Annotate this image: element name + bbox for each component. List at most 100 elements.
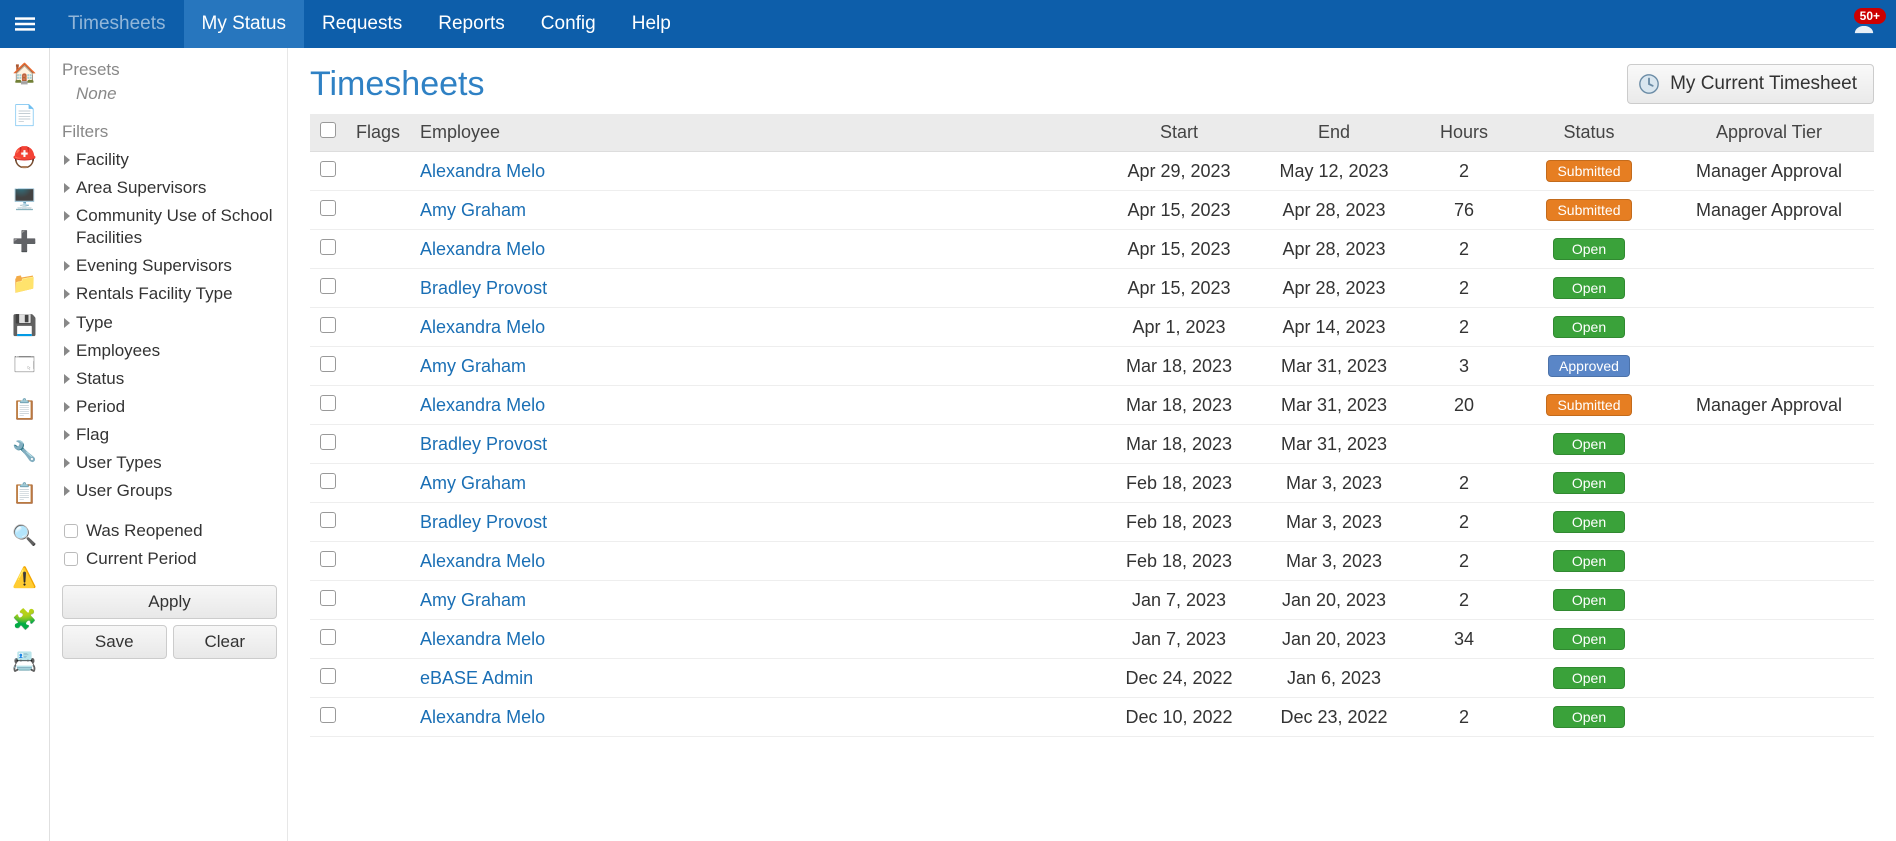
row-checkbox[interactable] — [320, 395, 336, 411]
nav-config[interactable]: Config — [523, 0, 614, 48]
col-flags[interactable]: Flags — [346, 114, 410, 152]
cell-status: Open — [1514, 698, 1664, 737]
pc-icon[interactable]: 🖥️ — [12, 186, 38, 212]
table-row[interactable]: Alexandra MeloJan 7, 2023Jan 20, 202334O… — [310, 620, 1874, 659]
table-row[interactable]: Amy GrahamMar 18, 2023Mar 31, 20233Appro… — [310, 347, 1874, 386]
puzzle-icon[interactable]: 🧩 — [12, 606, 38, 632]
filter-employees[interactable]: Employees — [62, 337, 277, 365]
home-icon[interactable]: 🏠 — [12, 60, 38, 86]
filter-status[interactable]: Status — [62, 365, 277, 393]
row-checkbox[interactable] — [320, 317, 336, 333]
filter-type[interactable]: Type — [62, 309, 277, 337]
employee-link[interactable]: Bradley Provost — [420, 512, 547, 532]
table-row[interactable]: Alexandra MeloApr 1, 2023Apr 14, 20232Op… — [310, 308, 1874, 347]
col-end[interactable]: End — [1254, 114, 1414, 152]
table-row[interactable]: Bradley ProvostFeb 18, 2023Mar 3, 20232O… — [310, 503, 1874, 542]
table-row[interactable]: Alexandra MeloMar 18, 2023Mar 31, 202320… — [310, 386, 1874, 425]
employee-link[interactable]: Alexandra Melo — [420, 551, 545, 571]
document-icon[interactable]: 📄 — [12, 102, 38, 128]
filter-evening-supervisors[interactable]: Evening Supervisors — [62, 252, 277, 280]
clipboard-warn-icon[interactable]: 📋 — [12, 396, 38, 422]
col-start[interactable]: Start — [1104, 114, 1254, 152]
col-hours[interactable]: Hours — [1414, 114, 1514, 152]
table-row[interactable]: Alexandra MeloApr 29, 2023May 12, 20232S… — [310, 152, 1874, 191]
windows-icon[interactable]: 🗔 — [12, 354, 38, 380]
employee-link[interactable]: Amy Graham — [420, 200, 526, 220]
table-row[interactable]: Bradley ProvostMar 18, 2023Mar 31, 2023O… — [310, 425, 1874, 464]
employee-link[interactable]: Amy Graham — [420, 356, 526, 376]
nav-help[interactable]: Help — [614, 0, 689, 48]
row-checkbox[interactable] — [320, 551, 336, 567]
menu-icon[interactable] — [0, 0, 50, 48]
nav-requests[interactable]: Requests — [304, 0, 420, 48]
clipboard-check-icon[interactable]: 📋 — [12, 480, 38, 506]
filter-current-period[interactable]: Current Period — [62, 545, 277, 573]
filter-period[interactable]: Period — [62, 393, 277, 421]
clipboard-search-icon[interactable]: 🔍 — [12, 522, 38, 548]
table-row[interactable]: Amy GrahamApr 15, 2023Apr 28, 202376Subm… — [310, 191, 1874, 230]
table-row[interactable]: Alexandra MeloDec 10, 2022Dec 23, 20222O… — [310, 698, 1874, 737]
employee-link[interactable]: Bradley Provost — [420, 278, 547, 298]
row-checkbox[interactable] — [320, 473, 336, 489]
filter-community-use-of-school-facilities[interactable]: Community Use of School Facilities — [62, 202, 277, 252]
row-checkbox[interactable] — [320, 278, 336, 294]
filter-user-types[interactable]: User Types — [62, 449, 277, 477]
filter-label: Period — [76, 396, 125, 418]
nav-timesheets[interactable]: Timesheets — [50, 0, 184, 48]
row-checkbox[interactable] — [320, 590, 336, 606]
employee-link[interactable]: Alexandra Melo — [420, 317, 545, 337]
col-tier[interactable]: Approval Tier — [1664, 114, 1874, 152]
employee-link[interactable]: Alexandra Melo — [420, 395, 545, 415]
employee-link[interactable]: Bradley Provost — [420, 434, 547, 454]
employee-link[interactable]: Alexandra Melo — [420, 239, 545, 259]
folder-icon[interactable]: 📁 — [12, 270, 38, 296]
apply-button[interactable]: Apply — [62, 585, 277, 619]
filter-rentals-facility-type[interactable]: Rentals Facility Type — [62, 280, 277, 308]
save-icon[interactable]: 💾 — [12, 312, 38, 338]
table-row[interactable]: Alexandra MeloApr 15, 2023Apr 28, 20232O… — [310, 230, 1874, 269]
row-checkbox[interactable] — [320, 707, 336, 723]
nav-my-status[interactable]: My Status — [184, 0, 304, 48]
cell-employee: Alexandra Melo — [410, 620, 1104, 659]
save-button[interactable]: Save — [62, 625, 167, 659]
alarm-icon[interactable]: ⚠️ — [12, 564, 38, 590]
employee-link[interactable]: eBASE Admin — [420, 668, 533, 688]
notifications[interactable]: 50+ — [1850, 0, 1896, 48]
table-row[interactable]: Amy GrahamJan 7, 2023Jan 20, 20232Open — [310, 581, 1874, 620]
address-icon[interactable]: 📇 — [12, 648, 38, 674]
row-checkbox[interactable] — [320, 629, 336, 645]
nav-reports[interactable]: Reports — [420, 0, 523, 48]
col-status[interactable]: Status — [1514, 114, 1664, 152]
employee-link[interactable]: Alexandra Melo — [420, 629, 545, 649]
filter-area-supervisors[interactable]: Area Supervisors — [62, 174, 277, 202]
row-checkbox[interactable] — [320, 161, 336, 177]
row-checkbox[interactable] — [320, 239, 336, 255]
employee-link[interactable]: Amy Graham — [420, 590, 526, 610]
row-checkbox[interactable] — [320, 200, 336, 216]
row-checkbox[interactable] — [320, 434, 336, 450]
select-all-checkbox[interactable] — [320, 122, 336, 138]
cell-status: Open — [1514, 542, 1664, 581]
table-row[interactable]: Amy GrahamFeb 18, 2023Mar 3, 20232Open — [310, 464, 1874, 503]
my-current-timesheet-button[interactable]: My Current Timesheet — [1627, 64, 1874, 104]
filter-flag[interactable]: Flag — [62, 421, 277, 449]
filter-was-reopened[interactable]: Was Reopened — [62, 517, 277, 545]
hardhat-icon[interactable]: ⛑️ — [12, 144, 38, 170]
employee-link[interactable]: Amy Graham — [420, 473, 526, 493]
row-checkbox[interactable] — [320, 512, 336, 528]
filter-user-groups[interactable]: User Groups — [62, 477, 277, 505]
table-row[interactable]: Bradley ProvostApr 15, 2023Apr 28, 20232… — [310, 269, 1874, 308]
row-checkbox[interactable] — [320, 668, 336, 684]
employee-link[interactable]: Alexandra Melo — [420, 161, 545, 181]
cell-flags — [346, 581, 410, 620]
filter-facility[interactable]: Facility — [62, 146, 277, 174]
table-row[interactable]: eBASE AdminDec 24, 2022Jan 6, 2023Open — [310, 659, 1874, 698]
cell-status: Approved — [1514, 347, 1664, 386]
employee-link[interactable]: Alexandra Melo — [420, 707, 545, 727]
medical-icon[interactable]: ➕ — [12, 228, 38, 254]
table-row[interactable]: Alexandra MeloFeb 18, 2023Mar 3, 20232Op… — [310, 542, 1874, 581]
row-checkbox[interactable] — [320, 356, 336, 372]
clear-button[interactable]: Clear — [173, 625, 278, 659]
wrench-icon[interactable]: 🔧 — [12, 438, 38, 464]
col-employee[interactable]: Employee — [410, 114, 1104, 152]
